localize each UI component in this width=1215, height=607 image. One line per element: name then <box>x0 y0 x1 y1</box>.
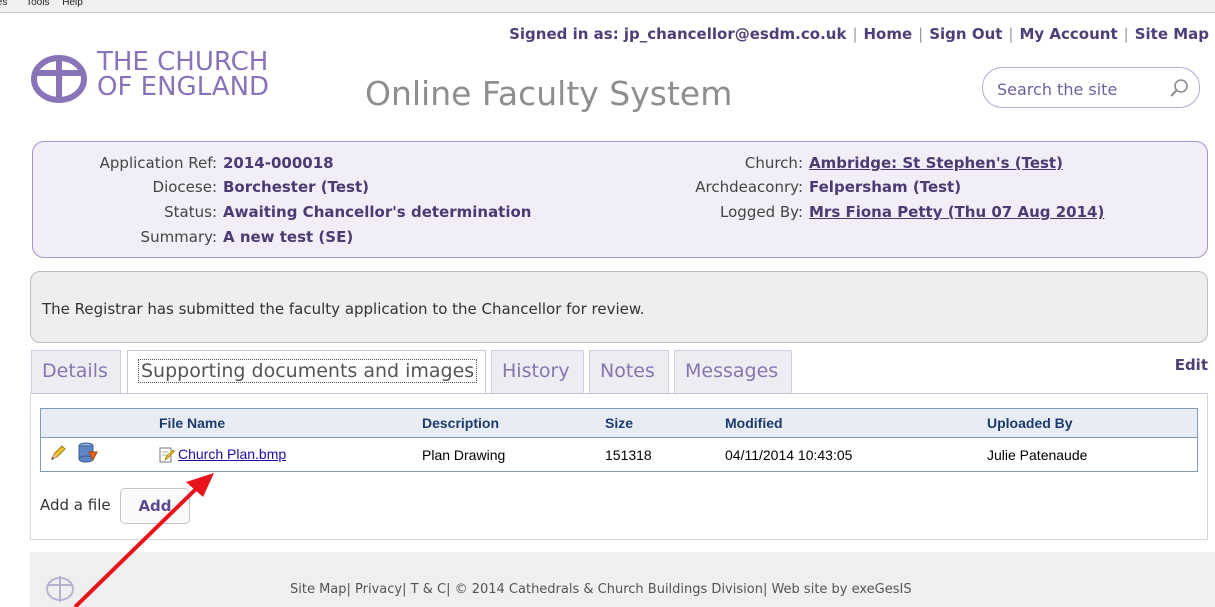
table-row: Church Plan.bmp Plan Drawing 151318 04/1… <box>41 438 1198 472</box>
size-header[interactable]: Size <box>605 408 725 438</box>
logged-by-row: Logged By: Mrs Fiona Petty (Thu 07 Aug 20… <box>720 203 1105 221</box>
description-header[interactable]: Description <box>422 408 605 438</box>
home-link[interactable]: Home <box>864 25 913 43</box>
tab-messages[interactable]: Messages <box>674 350 792 393</box>
actions-header <box>40 408 159 438</box>
menu-item-tools[interactable]: Tools <box>26 0 49 8</box>
menu-item-favorites[interactable]: tes <box>0 0 7 8</box>
application-info-panel: Application Ref: 2014-000018 Diocese: Borc… <box>32 141 1208 258</box>
file-name-header[interactable]: File Name <box>159 408 422 438</box>
browser-menubar: tes Tools Help <box>0 0 1215 13</box>
modified-cell: 04/11/2014 10:43:05 <box>725 446 853 463</box>
archdeaconry-value: Felpersham (Test) <box>809 178 962 196</box>
search-icon[interactable] <box>1169 78 1189 98</box>
site-title: Online Faculty System <box>365 74 733 113</box>
tab-details[interactable]: Details <box>31 350 121 393</box>
status-message: The Registrar has submitted the faculty … <box>42 300 645 318</box>
status-value: Awaiting Chancellor's determination <box>223 203 532 221</box>
status-message-box: The Registrar has submitted the faculty … <box>30 271 1208 343</box>
add-button[interactable]: Add <box>120 488 190 524</box>
file-table-header: File Name Description Size Modified Uplo… <box>40 408 1198 438</box>
church-row: Church: Ambridge: St Stephen's (Test) <box>744 154 1063 172</box>
file-link[interactable]: Church Plan.bmp <box>178 446 286 462</box>
delete-database-icon[interactable] <box>77 442 99 464</box>
church-cross-footer-icon <box>46 576 74 602</box>
summary-value: A new test (SE) <box>223 228 354 246</box>
status-row: Status: Awaiting Chancellor's determinati… <box>164 203 532 221</box>
diocese-value: Borchester (Test) <box>223 178 369 196</box>
row-actions <box>41 438 160 472</box>
footer: Site Map| Privacy| T & C| © 2014 Cathedr… <box>30 552 1215 607</box>
my-account-link[interactable]: My Account <box>1019 25 1117 43</box>
tab-supporting-documents[interactable]: Supporting documents and images <box>127 350 486 395</box>
site-map-link[interactable]: Site Map <box>1135 25 1209 43</box>
file-name-cell: Church Plan.bmp <box>159 438 422 472</box>
footer-links: Site Map| Privacy| T & C| © 2014 Cathedr… <box>290 582 912 597</box>
size-cell: 151318 <box>605 446 652 463</box>
user-nav: Signed in as: jp_chancellor@esdm.co.uk | H… <box>509 25 1209 43</box>
search-input[interactable] <box>995 77 1159 101</box>
uploaded-by-header[interactable]: Uploaded By <box>987 408 1198 438</box>
footer-privacy-link[interactable]: Privacy <box>355 582 402 597</box>
summary-row: Summary: A new test (SE) <box>140 228 354 246</box>
church-link[interactable]: Ambridge: St Stephen's (Test) <box>809 154 1063 172</box>
add-file-label: Add a file <box>40 496 111 514</box>
footer-credit-link[interactable]: Web site by exeGesIS <box>771 582 911 597</box>
edit-link[interactable]: Edit <box>1175 356 1208 374</box>
sign-out-link[interactable]: Sign Out <box>929 25 1002 43</box>
footer-terms-link[interactable]: T & C <box>411 582 446 597</box>
tab-notes[interactable]: Notes <box>589 350 669 393</box>
document-edit-icon <box>159 447 175 463</box>
modified-header[interactable]: Modified <box>725 408 987 438</box>
application-ref-row: Application Ref: 2014-000018 <box>99 154 334 172</box>
logged-by-link[interactable]: Mrs Fiona Petty (Thu 07 Aug 2014) <box>809 203 1104 221</box>
tab-history[interactable]: History <box>491 350 584 393</box>
application-ref-value: 2014-000018 <box>223 154 334 172</box>
file-table: File Name Description Size Modified Uplo… <box>40 408 1198 472</box>
footer-copyright: © 2014 Cathedrals & Church Buildings Div… <box>454 582 763 597</box>
uploaded-by-cell: Julie Patenaude <box>987 446 1088 463</box>
pencil-edit-icon[interactable] <box>49 444 67 462</box>
signed-in-text: Signed in as: jp_chancellor@esdm.co.uk <box>509 25 847 43</box>
menu-item-help[interactable]: Help <box>62 0 83 8</box>
site-search <box>982 67 1200 108</box>
church-cross-logo-icon <box>31 55 87 103</box>
description-cell: Plan Drawing <box>422 446 506 463</box>
diocese-row: Diocese: Borchester (Test) <box>152 178 369 196</box>
archdeaconry-row: Archdeaconry: Felpersham (Test) <box>695 178 962 196</box>
footer-site-map-link[interactable]: Site Map <box>290 582 347 597</box>
logo-text: THE CHURCH OF ENGLAND <box>97 47 270 102</box>
